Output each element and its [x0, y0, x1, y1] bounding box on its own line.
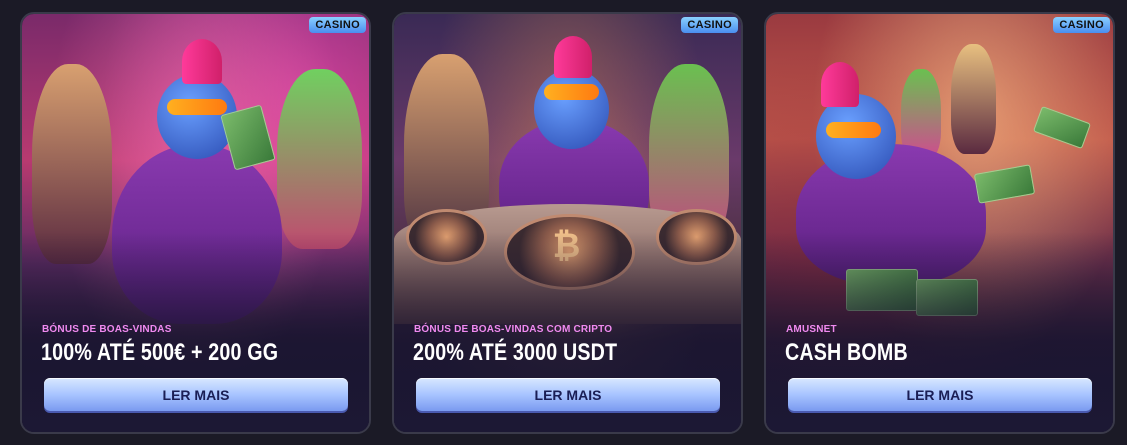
cash-bill-icon — [973, 164, 1036, 204]
read-more-button[interactable]: LER MAIS — [416, 378, 720, 411]
casino-badge: CASINO — [309, 17, 366, 33]
read-more-button[interactable]: LER MAIS — [788, 378, 1092, 411]
mascot-glasses — [826, 122, 881, 138]
promo-subtitle: BÓNUS DE BOAS-VINDAS COM CRIPTO — [414, 324, 613, 335]
casino-badge: CASINO — [681, 17, 738, 33]
promo-cards-row: CASINO BÓNUS DE BOAS-VINDAS 100% ATÉ 500… — [0, 0, 1127, 445]
cash-bill-icon — [1032, 105, 1092, 150]
casino-badge: CASINO — [1053, 17, 1110, 33]
mascot-head — [534, 69, 609, 149]
mascot-glasses — [167, 99, 227, 115]
promo-card-welcome-bonus[interactable]: CASINO BÓNUS DE BOAS-VINDAS 100% ATÉ 500… — [20, 12, 371, 434]
mascot-glasses — [544, 84, 599, 100]
read-more-button[interactable]: LER MAIS — [44, 378, 348, 411]
stage-guitarist-figure — [951, 44, 996, 154]
promo-title: 200% ATÉ 3000 USDT — [413, 339, 618, 366]
promo-title: CASH BOMB — [785, 339, 908, 366]
promo-subtitle: AMUSNET — [786, 324, 837, 335]
promo-card-artwork — [22, 14, 369, 432]
mascot-mohawk — [182, 39, 222, 84]
mascot-mohawk — [554, 36, 592, 78]
mascot-mohawk — [821, 62, 859, 107]
promo-card-crypto-bonus[interactable]: ₿ CASINO BÓNUS DE BOAS-VINDAS COM CRIPTO… — [392, 12, 743, 434]
singer-figure — [277, 69, 362, 249]
promo-card-artwork: ₿ — [394, 14, 741, 432]
promo-subtitle: BÓNUS DE BOAS-VINDAS — [42, 324, 172, 335]
promo-title: 100% ATÉ 500€ + 200 GG — [41, 339, 279, 366]
promo-card-artwork — [766, 14, 1113, 432]
promo-card-cash-bomb[interactable]: CASINO AMUSNET CASH BOMB LER MAIS — [764, 12, 1115, 434]
